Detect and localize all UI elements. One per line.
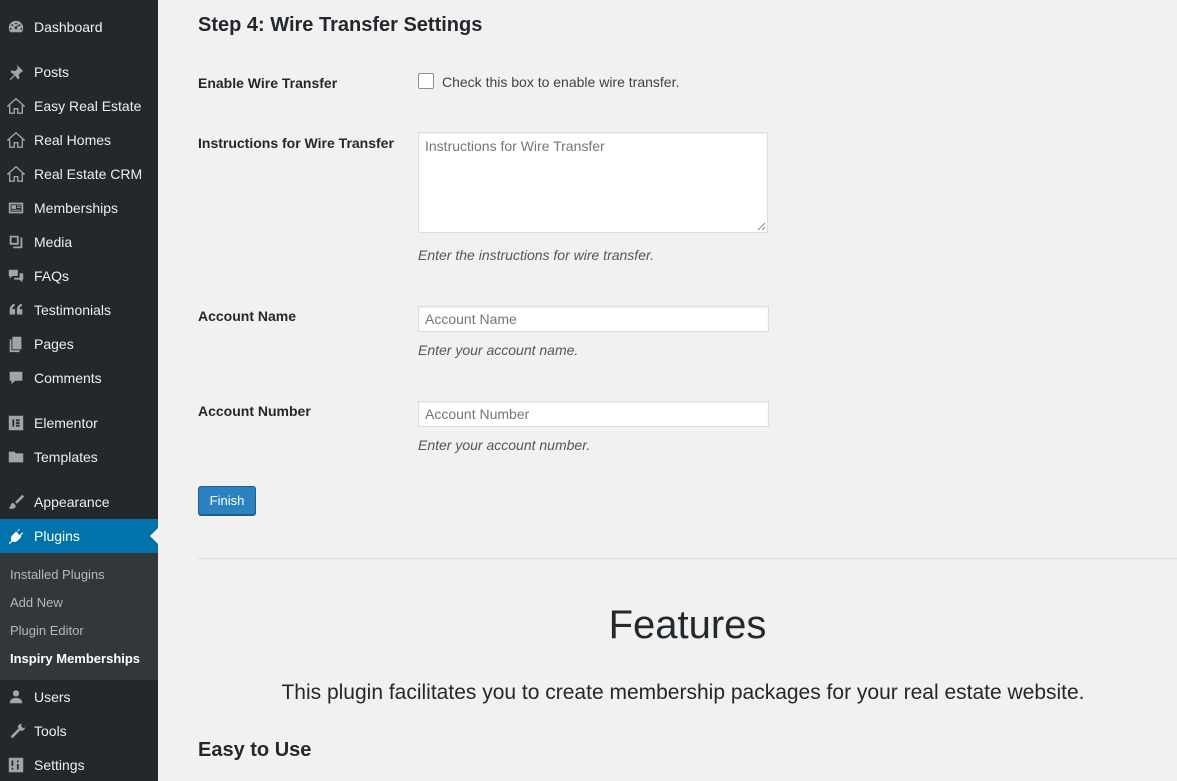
menu-item-label: Posts [34, 64, 70, 80]
menu-item-label: Media [34, 234, 73, 250]
quote-icon [6, 300, 26, 320]
account-name-description: Enter your account name. [418, 342, 579, 358]
easy-to-use-heading: Easy to Use [198, 739, 312, 761]
chat-bubbles-icon [6, 266, 26, 286]
menu-item-label: Settings [34, 757, 85, 773]
house-icon [6, 164, 26, 184]
features-heading: Features [608, 603, 767, 647]
menu-item-dashboard[interactable]: Dashboard [0, 10, 158, 44]
submenu-add-new[interactable]: Add New [10, 595, 63, 610]
menu-item-label: Comments [34, 370, 102, 386]
menu-item-label: Plugins [34, 528, 80, 544]
dashboard-icon [6, 17, 26, 37]
user-icon [6, 687, 26, 707]
enable-wire-transfer-checkbox-label[interactable]: Check this box to enable wire transfer. [442, 74, 679, 90]
features-subtitle: This plugin facilitates you to create me… [281, 681, 1085, 704]
instructions-label: Instructions for Wire Transfer [198, 135, 394, 151]
menu-item-label: Elementor [34, 415, 98, 431]
menu-item-label: Pages [34, 336, 74, 352]
id-card-icon [6, 198, 26, 218]
folder-icon [6, 447, 26, 467]
comment-icon [6, 368, 26, 388]
menu-item-testimonials[interactable]: Testimonials [0, 293, 158, 327]
account-name-label: Account Name [198, 308, 297, 324]
menu-item-label: Templates [34, 449, 98, 465]
submenu-plugin-editor[interactable]: Plugin Editor [10, 623, 84, 638]
enable-wire-transfer-label: Enable Wire Transfer [198, 75, 338, 91]
house-icon [6, 96, 26, 116]
admin-sidebar: Dashboard Posts Easy Real Estate Real Ho… [0, 0, 158, 781]
settings-sliders-icon [6, 755, 26, 775]
menu-item-templates[interactable]: Templates [0, 440, 158, 474]
pin-icon [6, 62, 26, 82]
menu-item-label: Memberships [34, 200, 119, 216]
step-title: Step 4: Wire Transfer Settings [198, 14, 483, 36]
menu-item-label: Easy Real Estate [34, 98, 142, 114]
brush-icon [6, 492, 26, 512]
elementor-icon [6, 413, 26, 433]
menu-item-appearance[interactable]: Appearance [0, 485, 158, 519]
pages-icon [6, 334, 26, 354]
plugins-submenu: Installed Plugins Add New Plugin Editor … [0, 553, 158, 680]
menu-item-elementor[interactable]: Elementor [0, 406, 158, 440]
section-divider [198, 558, 1177, 559]
menu-item-label: Tools [34, 723, 67, 739]
resize-grip-icon[interactable] [757, 222, 766, 231]
menu-item-easy-real-estate[interactable]: Easy Real Estate [0, 89, 158, 123]
menu-item-users[interactable]: Users [0, 680, 158, 714]
main-content: Step 4: Wire Transfer Settings Enable Wi… [198, 0, 1177, 781]
finish-button[interactable]: Finish [198, 486, 256, 515]
house-icon [6, 130, 26, 150]
menu-item-label: Testimonials [34, 302, 112, 318]
menu-item-memberships[interactable]: Memberships [0, 191, 158, 225]
account-number-description: Enter your account number. [418, 437, 591, 453]
wrench-icon [6, 721, 26, 741]
menu-item-label: Real Homes [34, 132, 112, 148]
menu-item-label: Dashboard [34, 19, 103, 35]
menu-item-real-estate-crm[interactable]: Real Estate CRM [0, 157, 158, 191]
menu-item-comments[interactable]: Comments [0, 361, 158, 395]
menu-item-settings[interactable]: Settings [0, 748, 158, 781]
account-number-label: Account Number [198, 403, 311, 419]
instructions-textarea[interactable] [418, 132, 768, 233]
menu-item-label: Real Estate CRM [34, 166, 143, 182]
submenu-installed-plugins[interactable]: Installed Plugins [10, 567, 105, 582]
menu-item-real-homes[interactable]: Real Homes [0, 123, 158, 157]
menu-item-media[interactable]: Media [0, 225, 158, 259]
menu-item-label: Users [34, 689, 71, 705]
account-name-input[interactable] [418, 306, 769, 332]
account-number-input[interactable] [418, 401, 769, 427]
menu-item-tools[interactable]: Tools [0, 714, 158, 748]
menu-item-posts[interactable]: Posts [0, 55, 158, 89]
media-icon [6, 232, 26, 252]
menu-item-faqs[interactable]: FAQs [0, 259, 158, 293]
menu-item-plugins[interactable]: Plugins [0, 519, 158, 553]
menu-item-label: FAQs [34, 268, 70, 284]
menu-item-label: Appearance [34, 494, 110, 510]
enable-wire-transfer-checkbox[interactable] [418, 73, 434, 89]
menu-item-pages[interactable]: Pages [0, 327, 158, 361]
plug-icon [6, 526, 26, 546]
submenu-inspiry-memberships[interactable]: Inspiry Memberships [10, 651, 140, 666]
instructions-description: Enter the instructions for wire transfer… [418, 247, 655, 263]
